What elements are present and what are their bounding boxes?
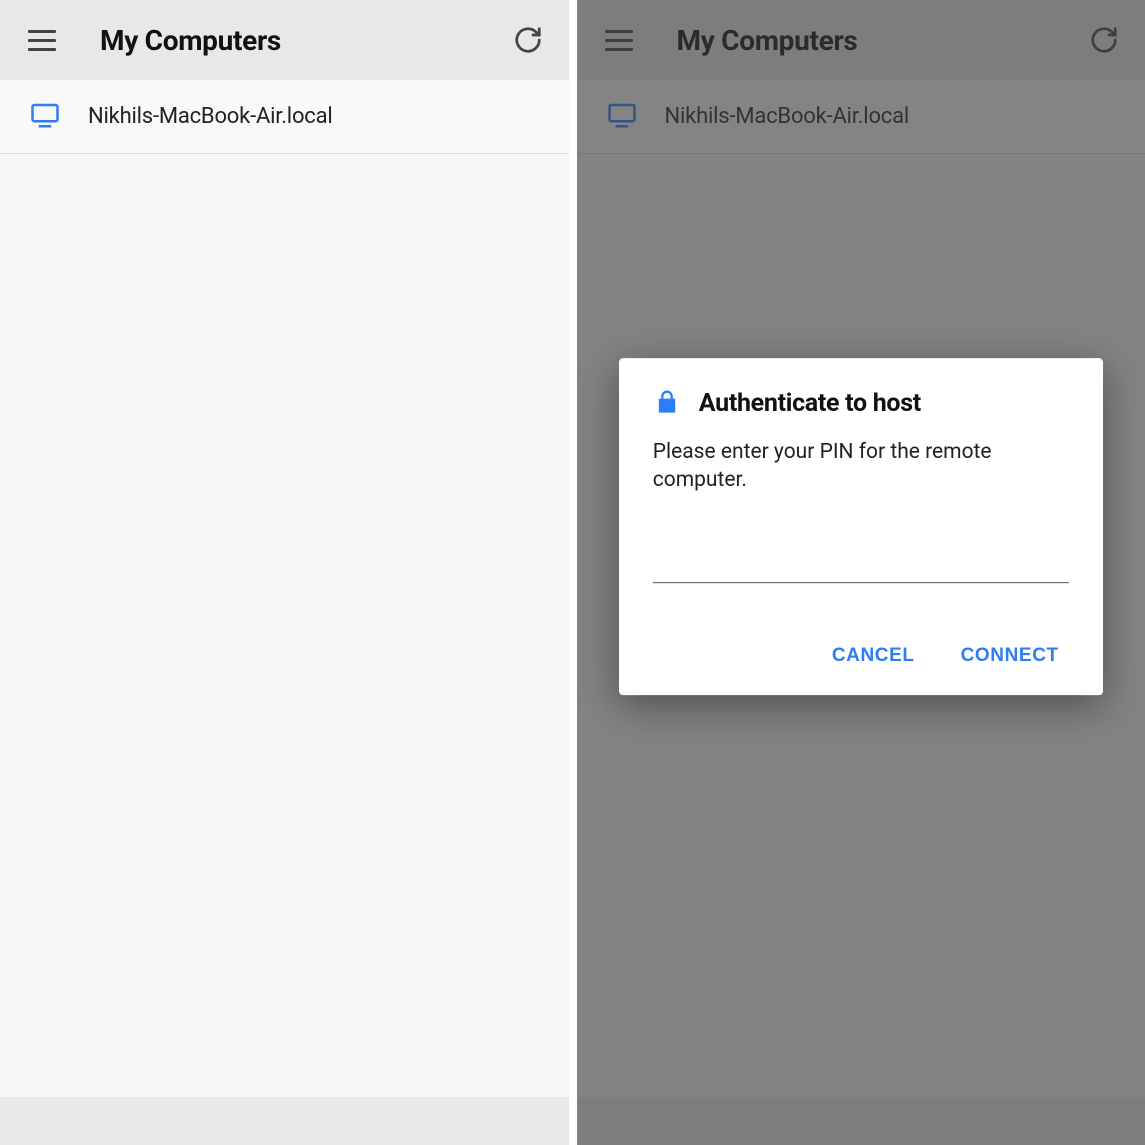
page-title: My Computers (677, 24, 858, 57)
dialog-title: Authenticate to host (699, 389, 921, 418)
pin-input[interactable] (653, 545, 1069, 584)
computer-hostname: Nikhils-MacBook-Air.local (88, 104, 333, 129)
monitor-icon (30, 100, 60, 134)
computer-hostname: Nikhils-MacBook-Air.local (665, 104, 910, 129)
screen-computer-list-dialog: My Computers Nikhils-MacBook-Air.local (573, 0, 1145, 1145)
bottom-bar (577, 1097, 1145, 1145)
app-header: My Computers (0, 0, 569, 80)
refresh-icon[interactable] (1089, 25, 1119, 55)
page-title: My Computers (100, 24, 281, 57)
computer-list-item[interactable]: Nikhils-MacBook-Air.local (0, 80, 569, 154)
app-header: My Computers (577, 0, 1145, 80)
refresh-icon[interactable] (513, 25, 543, 55)
menu-icon[interactable] (605, 22, 641, 58)
bottom-bar (0, 1097, 569, 1145)
auth-dialog: Authenticate to host Please enter your P… (619, 358, 1103, 696)
screen-computer-list: My Computers Nikhils-MacBook-Air.local (0, 0, 573, 1145)
computer-list-item[interactable]: Nikhils-MacBook-Air.local (577, 80, 1145, 154)
cancel-button[interactable]: CANCEL (828, 640, 919, 674)
lock-icon (653, 388, 681, 420)
dialog-actions: CANCEL CONNECT (653, 640, 1069, 674)
dialog-message: Please enter your PIN for the remote com… (653, 438, 1069, 495)
menu-icon[interactable] (28, 22, 64, 58)
monitor-icon (607, 100, 637, 134)
connect-button[interactable]: CONNECT (957, 640, 1063, 674)
